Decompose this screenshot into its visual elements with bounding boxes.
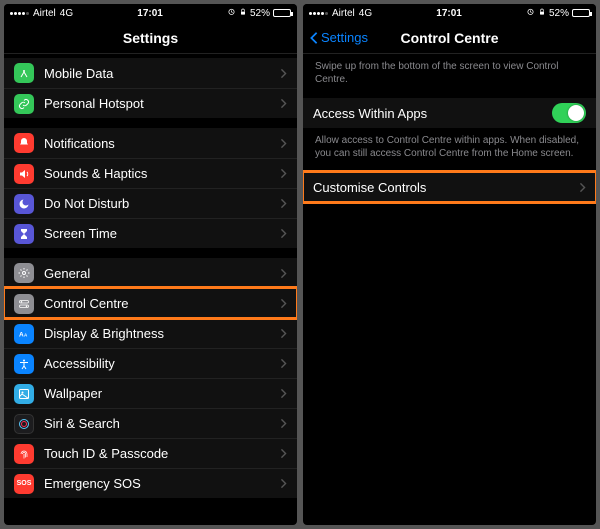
battery-percent: 52% xyxy=(250,8,270,19)
settings-row-do-not-disturb[interactable]: Do Not Disturb xyxy=(4,188,297,218)
accessibility-icon xyxy=(14,354,34,374)
antenna-icon xyxy=(14,63,34,83)
chevron-right-icon xyxy=(280,198,287,209)
network-label: 4G xyxy=(359,8,372,19)
lock-icon xyxy=(538,7,546,20)
settings-row-wallpaper[interactable]: Wallpaper xyxy=(4,378,297,408)
chevron-right-icon xyxy=(280,448,287,459)
row-label: Customise Controls xyxy=(313,180,579,195)
row-label: Personal Hotspot xyxy=(44,96,280,111)
back-label: Settings xyxy=(321,30,368,45)
chevron-right-icon xyxy=(280,68,287,79)
control-centre-content: Swipe up from the bottom of the screen t… xyxy=(303,54,596,525)
settings-row-mobile-data[interactable]: Mobile Data xyxy=(4,58,297,88)
page-title: Settings xyxy=(123,30,178,46)
settings-row-display-brightness[interactable]: AA Display & Brightness xyxy=(4,318,297,348)
svg-text:A: A xyxy=(24,332,28,337)
settings-row-notifications[interactable]: Notifications xyxy=(4,128,297,158)
settings-row-screen-time[interactable]: Screen Time xyxy=(4,218,297,248)
chevron-right-icon xyxy=(280,388,287,399)
chevron-right-icon xyxy=(579,182,586,193)
row-label: Sounds & Haptics xyxy=(44,166,280,181)
back-button[interactable]: Settings xyxy=(309,30,368,45)
customise-controls-row[interactable]: Customise Controls xyxy=(303,172,596,202)
chevron-right-icon xyxy=(280,268,287,279)
svg-text:A: A xyxy=(19,331,24,338)
signal-icon xyxy=(10,12,29,15)
settings-row-accessibility[interactable]: Accessibility xyxy=(4,348,297,378)
row-label: Access Within Apps xyxy=(313,106,552,121)
row-label: Notifications xyxy=(44,136,280,151)
row-label: Display & Brightness xyxy=(44,326,280,341)
clock-label: 17:01 xyxy=(372,8,526,19)
row-label: Screen Time xyxy=(44,226,280,241)
carrier-label: Airtel xyxy=(332,8,355,19)
alarm-icon xyxy=(227,7,236,19)
settings-row-touch-id-passcode[interactable]: Touch ID & Passcode xyxy=(4,438,297,468)
clock-label: 17:01 xyxy=(73,8,227,19)
alarm-icon xyxy=(526,7,535,19)
row-label: Control Centre xyxy=(44,296,280,311)
switches-icon xyxy=(14,294,34,314)
battery-percent: 52% xyxy=(549,8,569,19)
settings-list[interactable]: Mobile Data Personal Hotspot Notifications… xyxy=(4,54,297,525)
row-label: Mobile Data xyxy=(44,66,280,81)
row-label: Accessibility xyxy=(44,356,280,371)
link-icon xyxy=(14,94,34,114)
settings-row-emergency-sos[interactable]: SOS Emergency SOS xyxy=(4,468,297,498)
fingerprint-icon xyxy=(14,444,34,464)
chevron-right-icon xyxy=(280,478,287,489)
chevron-right-icon xyxy=(280,328,287,339)
settings-row-personal-hotspot[interactable]: Personal Hotspot xyxy=(4,88,297,118)
settings-screen: Airtel 4G 17:01 52% Settings Mobile Data… xyxy=(4,4,297,525)
row-label: Siri & Search xyxy=(44,416,280,431)
toggle-switch[interactable] xyxy=(552,103,586,123)
lock-icon xyxy=(239,7,247,20)
status-bar: Airtel 4G 17:01 52% xyxy=(4,4,297,22)
chevron-right-icon xyxy=(280,138,287,149)
battery-icon xyxy=(572,9,590,17)
row-label: Do Not Disturb xyxy=(44,196,280,211)
signal-icon xyxy=(309,12,328,15)
settings-row-general[interactable]: General xyxy=(4,258,297,288)
page-title: Control Centre xyxy=(401,30,499,46)
status-bar: Airtel 4G 17:01 52% xyxy=(303,4,596,22)
battery-icon xyxy=(273,9,291,17)
row-label: General xyxy=(44,266,280,281)
chevron-right-icon xyxy=(280,418,287,429)
intro-hint: Swipe up from the bottom of the screen t… xyxy=(303,54,596,88)
row-label: Touch ID & Passcode xyxy=(44,446,280,461)
control-centre-screen: Airtel 4G 17:01 52% Settings Control Cen… xyxy=(303,4,596,525)
navbar: Settings xyxy=(4,22,297,54)
carrier-label: Airtel xyxy=(33,8,56,19)
hourglass-icon xyxy=(14,224,34,244)
speaker-icon xyxy=(14,164,34,184)
chevron-right-icon xyxy=(280,298,287,309)
toggle-hint: Allow access to Control Centre within ap… xyxy=(303,128,596,162)
chevron-right-icon xyxy=(280,168,287,179)
settings-row-control-centre[interactable]: Control Centre xyxy=(4,288,297,318)
chevron-right-icon xyxy=(280,228,287,239)
siri-icon xyxy=(14,414,34,434)
access-within-apps-row[interactable]: Access Within Apps xyxy=(303,98,596,128)
moon-icon xyxy=(14,194,34,214)
gear-icon xyxy=(14,263,34,283)
wallpaper-icon xyxy=(14,384,34,404)
textsize-icon: AA xyxy=(14,324,34,344)
bell-icon xyxy=(14,133,34,153)
row-label: Emergency SOS xyxy=(44,476,280,491)
network-label: 4G xyxy=(60,8,73,19)
row-label: Wallpaper xyxy=(44,386,280,401)
settings-row-sounds-haptics[interactable]: Sounds & Haptics xyxy=(4,158,297,188)
chevron-right-icon xyxy=(280,98,287,109)
navbar: Settings Control Centre xyxy=(303,22,596,54)
sos-icon: SOS xyxy=(14,474,34,494)
chevron-right-icon xyxy=(280,358,287,369)
settings-row-siri-search[interactable]: Siri & Search xyxy=(4,408,297,438)
